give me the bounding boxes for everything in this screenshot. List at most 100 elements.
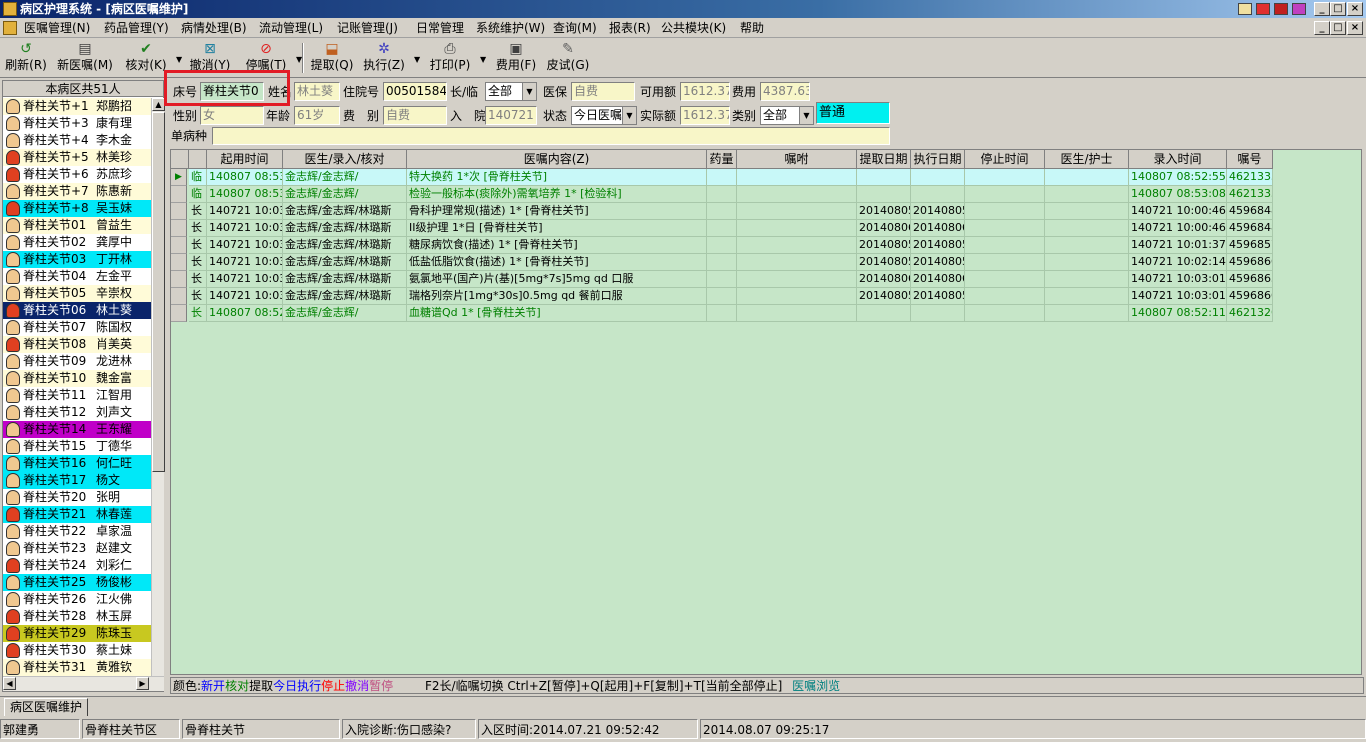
patient-row[interactable]: 脊柱关节+3 康有理 [3,115,151,132]
status-select[interactable]: 今日医嘱 ▼ [571,106,637,125]
disease-field[interactable] [212,127,890,145]
row-indicator[interactable] [171,271,187,288]
patient-row[interactable]: 脊柱关节26 江火佛 [3,591,151,608]
table-row[interactable]: 临 140807 08:53 金志辉/金志辉/检验一般标本(痰除外)需氧培养 1* … [171,186,1273,203]
patient-row[interactable]: 脊柱关节12 刘声文 [3,404,151,421]
print-dropdown-icon[interactable]: ▼ [480,55,486,64]
menu-system[interactable]: 系统维护(W) [476,20,545,36]
row-indicator[interactable] [171,288,187,305]
scroll-right-icon[interactable]: ▶ [136,677,149,690]
menu-query[interactable]: 查询(M) [553,20,597,36]
header-start-time[interactable]: 起用时间 [207,150,283,169]
table-row[interactable]: 长 140721 10:03 金志辉/金志辉/林璐斯 II级护理 1*日 [骨脊柱关节… [171,220,1273,237]
patient-row[interactable]: 脊柱关节04 左金平 [3,268,151,285]
patient-row[interactable]: 脊柱关节+4 李木金 [3,132,151,149]
table-row[interactable]: 长 140721 10:03 金志辉/金志辉/林璐斯 瑞格列奈片[1mg*30s]0.… [171,288,1273,305]
patient-row[interactable]: 脊柱关节14 王东耀 [3,421,151,438]
header-note[interactable]: 嘱咐 [737,150,857,169]
age-field[interactable]: 61岁 [294,106,340,125]
header-stop-time[interactable]: 停止时间 [965,150,1045,169]
fee-type-field[interactable]: 自费 [383,106,447,125]
execute-dropdown-icon[interactable]: ▼ [414,55,420,64]
row-indicator[interactable] [171,186,187,203]
header-content[interactable]: 医嘱内容(Z) [407,150,707,169]
extract-button[interactable]: ⬓ 提取(Q) [308,41,356,75]
row-indicator[interactable] [171,254,187,271]
insurance-field[interactable]: 自费 [571,82,635,101]
table-row[interactable]: 长 140721 10:03 金志辉/金志辉/林璐斯 糖尿病饮食(描述) 1* [骨脊… [171,237,1273,254]
child-minimize-button[interactable]: _ [1314,21,1330,35]
menu-flow[interactable]: 流动管理(L) [259,20,323,36]
close-button[interactable]: × [1347,2,1363,16]
patient-row[interactable]: 脊柱关节17 杨文 [3,472,151,489]
patient-row[interactable]: 脊柱关节10 魏金富 [3,370,151,387]
app-menu-icon[interactable] [3,21,17,35]
patient-row[interactable]: 脊柱关节22 卓家温 [3,523,151,540]
skin-test-button[interactable]: ✎ 皮试(G) [544,41,592,75]
new-order-button[interactable]: ▤ 新医嘱(M) [56,41,114,75]
patient-row[interactable]: 脊柱关节16 何仁旺 [3,455,151,472]
patient-list-hscrollbar[interactable]: ◀ ▶ [3,676,164,691]
patient-row[interactable]: 脊柱关节31 黄雅钦 [3,659,151,676]
patient-row[interactable]: 脊柱关节03 丁开林 [3,251,151,268]
long-temp-select[interactable]: 全部 ▼ [485,82,537,101]
alert-icon[interactable] [1256,3,1270,15]
menu-orders[interactable]: 医嘱管理(N) [24,20,90,36]
scroll-thumb[interactable] [152,112,165,472]
verify-dropdown-icon[interactable]: ▼ [176,55,182,64]
child-restore-button[interactable]: □ [1330,21,1346,35]
chevron-down-icon[interactable]: ▼ [622,107,636,124]
fee-button[interactable]: ▣ 费用(F) [492,41,540,75]
row-indicator[interactable] [171,203,187,220]
table-row[interactable]: ▶ 临 140807 08:53 金志辉/金志辉/特大换药 1*次 [骨脊柱关节] 14… [171,169,1273,186]
patient-row[interactable]: 脊柱关节07 陈国权 [3,319,151,336]
table-row[interactable]: 长 140721 10:03 金志辉/金志辉/林璐斯 低盐低脂饮食(描述) 1* [骨… [171,254,1273,271]
row-indicator[interactable] [171,220,187,237]
fee-field[interactable]: 4387.63 [760,82,810,101]
refresh-button[interactable]: ↺ 刷新(R) [2,41,50,75]
menu-condition[interactable]: 病情处理(B) [181,20,247,36]
patient-row[interactable]: 脊柱关节11 江智用 [3,387,151,404]
patient-row[interactable]: 脊柱关节20 张明 [3,489,151,506]
patient-row[interactable]: 脊柱关节25 杨俊彬 [3,574,151,591]
header-order-no[interactable]: 嘱号 [1227,150,1273,169]
table-row[interactable]: 长 140721 10:03 金志辉/金志辉/林璐斯 氨氯地平(国产)片(基)[5mg… [171,271,1273,288]
available-field[interactable]: 1612.37 [680,82,730,101]
name-field[interactable]: 林土葵 [294,82,340,101]
row-indicator[interactable]: ▶ [171,169,187,186]
patient-row[interactable]: 脊柱关节08 肖美英 [3,336,151,353]
menu-help[interactable]: 帮助 [740,20,764,36]
menu-daily[interactable]: 日常管理 [416,20,464,36]
patient-row[interactable]: 脊柱关节15 丁德华 [3,438,151,455]
patient-row[interactable]: 脊柱关节28 林玉屏 [3,608,151,625]
header-entry-time[interactable]: 录入时间 [1129,150,1227,169]
minimize-button[interactable]: _ [1314,2,1330,16]
patient-row[interactable]: 脊柱关节06 林土葵 [3,302,151,319]
menu-public[interactable]: 公共模块(K) [661,20,726,36]
patient-row[interactable]: 脊柱关节01 曾益生 [3,217,151,234]
shield-icon[interactable] [1274,3,1288,15]
admission-no-field[interactable]: 00501584 [383,82,447,101]
table-row[interactable]: 长 140721 10:03 金志辉/金志辉/林璐斯 骨科护理常规(描述) 1* [骨… [171,203,1273,220]
header-exec-date[interactable]: 执行日期 [911,150,965,169]
patient-row[interactable]: 脊柱关节23 赵建文 [3,540,151,557]
row-indicator[interactable] [171,305,187,322]
patient-row[interactable]: 脊柱关节+8 吴玉妹 [3,200,151,217]
child-close-button[interactable]: × [1347,21,1363,35]
verify-button[interactable]: ✔ 核对(K) [122,41,170,75]
patient-row[interactable]: 脊柱关节21 林春莲 [3,506,151,523]
mail-icon[interactable] [1238,3,1252,15]
browse-orders-link[interactable]: 医嘱浏览 [792,679,840,693]
chevron-down-icon[interactable]: ▼ [799,107,813,124]
header-dose[interactable]: 药量 [707,150,737,169]
patient-row[interactable]: 脊柱关节24 刘彩仁 [3,557,151,574]
menu-billing[interactable]: 记账管理(J) [337,20,398,36]
patient-row[interactable]: 脊柱关节+5 林美珍 [3,149,151,166]
admit-field[interactable]: 140721 [485,106,537,125]
patient-list-vscrollbar[interactable]: ▲ [151,98,165,676]
patient-row[interactable]: 脊柱关节30 蔡土妹 [3,642,151,659]
menu-drugs[interactable]: 药品管理(Y) [104,20,169,36]
scroll-left-icon[interactable]: ◀ [3,677,16,690]
patient-row[interactable]: 脊柱关节29 陈珠玉 [3,625,151,642]
patient-row[interactable]: 脊柱关节+6 苏庶珍 [3,166,151,183]
